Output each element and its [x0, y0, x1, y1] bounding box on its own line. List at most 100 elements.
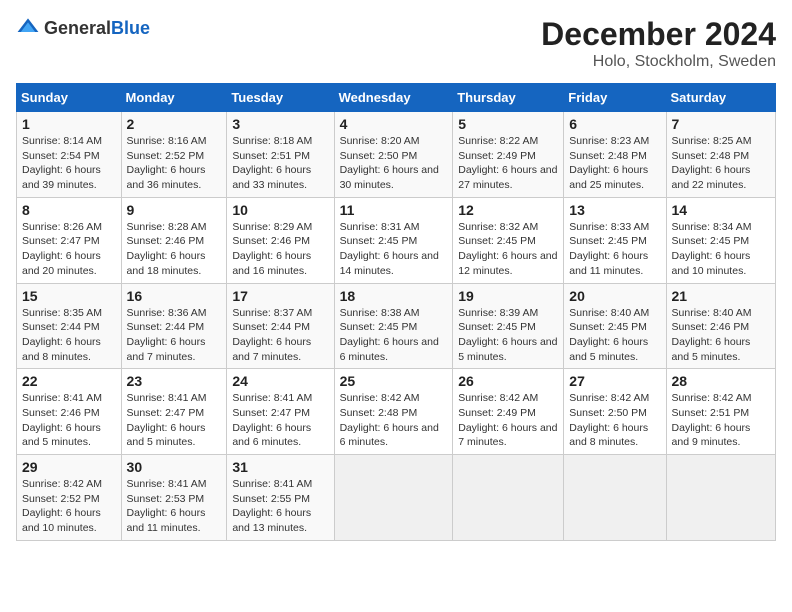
- logo: GeneralBlue: [16, 16, 150, 40]
- day-number: 1: [22, 116, 116, 132]
- day-number: 19: [458, 288, 558, 304]
- calendar-cell: 6 Sunrise: 8:23 AM Sunset: 2:48 PM Daylig…: [564, 112, 666, 198]
- day-info: Sunrise: 8:42 AM Sunset: 2:52 PM Dayligh…: [22, 477, 116, 536]
- day-info: Sunrise: 8:34 AM Sunset: 2:45 PM Dayligh…: [672, 220, 770, 279]
- calendar-week-row: 8 Sunrise: 8:26 AM Sunset: 2:47 PM Daylig…: [17, 197, 776, 283]
- day-info: Sunrise: 8:14 AM Sunset: 2:54 PM Dayligh…: [22, 134, 116, 193]
- day-number: 23: [127, 373, 222, 389]
- calendar-week-row: 15Sunrise: 8:35 AM Sunset: 2:44 PM Dayli…: [17, 283, 776, 369]
- calendar-cell: 21 Sunrise: 8:40 AM Sunset: 2:46 PM Dayli…: [666, 283, 775, 369]
- day-number: 20: [569, 288, 660, 304]
- day-number: 3: [232, 116, 328, 132]
- day-number: 9: [127, 202, 222, 218]
- logo-text: GeneralBlue: [44, 18, 150, 39]
- day-number: 22: [22, 373, 116, 389]
- day-info: Sunrise: 8:29 AM Sunset: 2:46 PM Dayligh…: [232, 220, 328, 279]
- weekday-header-tuesday: Tuesday: [227, 84, 334, 112]
- day-info: Sunrise: 8:31 AM Sunset: 2:45 PM Dayligh…: [340, 220, 448, 279]
- weekday-header-saturday: Saturday: [666, 84, 775, 112]
- day-info: Sunrise: 8:28 AM Sunset: 2:46 PM Dayligh…: [127, 220, 222, 279]
- calendar-cell: 30 Sunrise: 8:41 AM Sunset: 2:53 PM Dayli…: [121, 455, 227, 541]
- day-number: 5: [458, 116, 558, 132]
- day-info: Sunrise: 8:42 AM Sunset: 2:51 PM Dayligh…: [672, 391, 770, 450]
- day-number: 10: [232, 202, 328, 218]
- day-number: 2: [127, 116, 222, 132]
- day-info: Sunrise: 8:37 AM Sunset: 2:44 PM Dayligh…: [232, 306, 328, 365]
- day-info: Sunrise: 8:42 AM Sunset: 2:49 PM Dayligh…: [458, 391, 558, 450]
- weekday-header-wednesday: Wednesday: [334, 84, 453, 112]
- day-number: 12: [458, 202, 558, 218]
- day-info: Sunrise: 8:38 AM Sunset: 2:45 PM Dayligh…: [340, 306, 448, 365]
- day-info: Sunrise: 8:23 AM Sunset: 2:48 PM Dayligh…: [569, 134, 660, 193]
- day-number: 31: [232, 459, 328, 475]
- calendar-week-row: 29 Sunrise: 8:42 AM Sunset: 2:52 PM Dayli…: [17, 455, 776, 541]
- calendar-cell: 4 Sunrise: 8:20 AM Sunset: 2:50 PM Daylig…: [334, 112, 453, 198]
- calendar-cell: 7 Sunrise: 8:25 AM Sunset: 2:48 PM Daylig…: [666, 112, 775, 198]
- day-number: 17: [232, 288, 328, 304]
- day-number: 4: [340, 116, 448, 132]
- calendar-cell: 12 Sunrise: 8:32 AM Sunset: 2:45 PM Dayli…: [453, 197, 564, 283]
- day-info: Sunrise: 8:40 AM Sunset: 2:46 PM Dayligh…: [672, 306, 770, 365]
- day-number: 6: [569, 116, 660, 132]
- calendar-week-row: 1 Sunrise: 8:14 AM Sunset: 2:54 PM Daylig…: [17, 112, 776, 198]
- day-number: 16: [127, 288, 222, 304]
- calendar-cell: [334, 455, 453, 541]
- calendar-cell: 25 Sunrise: 8:42 AM Sunset: 2:48 PM Dayli…: [334, 369, 453, 455]
- day-number: 14: [672, 202, 770, 218]
- calendar-cell: 22 Sunrise: 8:41 AM Sunset: 2:46 PM Dayli…: [17, 369, 122, 455]
- day-info: Sunrise: 8:20 AM Sunset: 2:50 PM Dayligh…: [340, 134, 448, 193]
- calendar-cell: 26Sunrise: 8:42 AM Sunset: 2:49 PM Dayli…: [453, 369, 564, 455]
- day-info: Sunrise: 8:18 AM Sunset: 2:51 PM Dayligh…: [232, 134, 328, 193]
- day-info: Sunrise: 8:25 AM Sunset: 2:48 PM Dayligh…: [672, 134, 770, 193]
- calendar-cell: 19 Sunrise: 8:39 AM Sunset: 2:45 PM Dayli…: [453, 283, 564, 369]
- weekday-header-friday: Friday: [564, 84, 666, 112]
- day-info: Sunrise: 8:26 AM Sunset: 2:47 PM Dayligh…: [22, 220, 116, 279]
- calendar-week-row: 22 Sunrise: 8:41 AM Sunset: 2:46 PM Dayli…: [17, 369, 776, 455]
- calendar-cell: 28 Sunrise: 8:42 AM Sunset: 2:51 PM Dayli…: [666, 369, 775, 455]
- calendar-cell: 23 Sunrise: 8:41 AM Sunset: 2:47 PM Dayli…: [121, 369, 227, 455]
- day-number: 29: [22, 459, 116, 475]
- header: GeneralBlue December 2024 Holo, Stockhol…: [16, 16, 776, 71]
- calendar-cell: 31 Sunrise: 8:41 AM Sunset: 2:55 PM Dayli…: [227, 455, 334, 541]
- weekday-header-monday: Monday: [121, 84, 227, 112]
- day-info: Sunrise: 8:41 AM Sunset: 2:46 PM Dayligh…: [22, 391, 116, 450]
- calendar-cell: 5Sunrise: 8:22 AM Sunset: 2:49 PM Daylig…: [453, 112, 564, 198]
- title-area: December 2024 Holo, Stockholm, Sweden: [541, 16, 776, 71]
- calendar-cell: 15Sunrise: 8:35 AM Sunset: 2:44 PM Dayli…: [17, 283, 122, 369]
- day-number: 30: [127, 459, 222, 475]
- day-info: Sunrise: 8:33 AM Sunset: 2:45 PM Dayligh…: [569, 220, 660, 279]
- day-info: Sunrise: 8:39 AM Sunset: 2:45 PM Dayligh…: [458, 306, 558, 365]
- day-info: Sunrise: 8:32 AM Sunset: 2:45 PM Dayligh…: [458, 220, 558, 279]
- weekday-header-row: SundayMondayTuesdayWednesdayThursdayFrid…: [17, 84, 776, 112]
- weekday-header-thursday: Thursday: [453, 84, 564, 112]
- calendar-cell: 10 Sunrise: 8:29 AM Sunset: 2:46 PM Dayli…: [227, 197, 334, 283]
- day-info: Sunrise: 8:41 AM Sunset: 2:53 PM Dayligh…: [127, 477, 222, 536]
- day-info: Sunrise: 8:41 AM Sunset: 2:47 PM Dayligh…: [127, 391, 222, 450]
- day-info: Sunrise: 8:40 AM Sunset: 2:45 PM Dayligh…: [569, 306, 660, 365]
- calendar-cell: 3 Sunrise: 8:18 AM Sunset: 2:51 PM Daylig…: [227, 112, 334, 198]
- day-number: 7: [672, 116, 770, 132]
- calendar-cell: 11Sunrise: 8:31 AM Sunset: 2:45 PM Dayli…: [334, 197, 453, 283]
- calendar-cell: 24 Sunrise: 8:41 AM Sunset: 2:47 PM Dayli…: [227, 369, 334, 455]
- day-info: Sunrise: 8:42 AM Sunset: 2:48 PM Dayligh…: [340, 391, 448, 450]
- day-number: 18: [340, 288, 448, 304]
- calendar-cell: 27Sunrise: 8:42 AM Sunset: 2:50 PM Dayli…: [564, 369, 666, 455]
- month-title: December 2024: [541, 16, 776, 53]
- logo-blue: Blue: [111, 18, 150, 38]
- calendar-cell: 2Sunrise: 8:16 AM Sunset: 2:52 PM Daylig…: [121, 112, 227, 198]
- day-number: 28: [672, 373, 770, 389]
- day-info: Sunrise: 8:41 AM Sunset: 2:55 PM Dayligh…: [232, 477, 328, 536]
- day-info: Sunrise: 8:35 AM Sunset: 2:44 PM Dayligh…: [22, 306, 116, 365]
- calendar-cell: 8 Sunrise: 8:26 AM Sunset: 2:47 PM Daylig…: [17, 197, 122, 283]
- location-title: Holo, Stockholm, Sweden: [541, 53, 776, 71]
- day-number: 21: [672, 288, 770, 304]
- calendar-cell: 13Sunrise: 8:33 AM Sunset: 2:45 PM Dayli…: [564, 197, 666, 283]
- day-number: 8: [22, 202, 116, 218]
- day-info: Sunrise: 8:41 AM Sunset: 2:47 PM Dayligh…: [232, 391, 328, 450]
- day-number: 24: [232, 373, 328, 389]
- day-number: 27: [569, 373, 660, 389]
- calendar-cell: 9 Sunrise: 8:28 AM Sunset: 2:46 PM Daylig…: [121, 197, 227, 283]
- day-number: 25: [340, 373, 448, 389]
- calendar-cell: 29 Sunrise: 8:42 AM Sunset: 2:52 PM Dayli…: [17, 455, 122, 541]
- calendar-table: SundayMondayTuesdayWednesdayThursdayFrid…: [16, 83, 776, 541]
